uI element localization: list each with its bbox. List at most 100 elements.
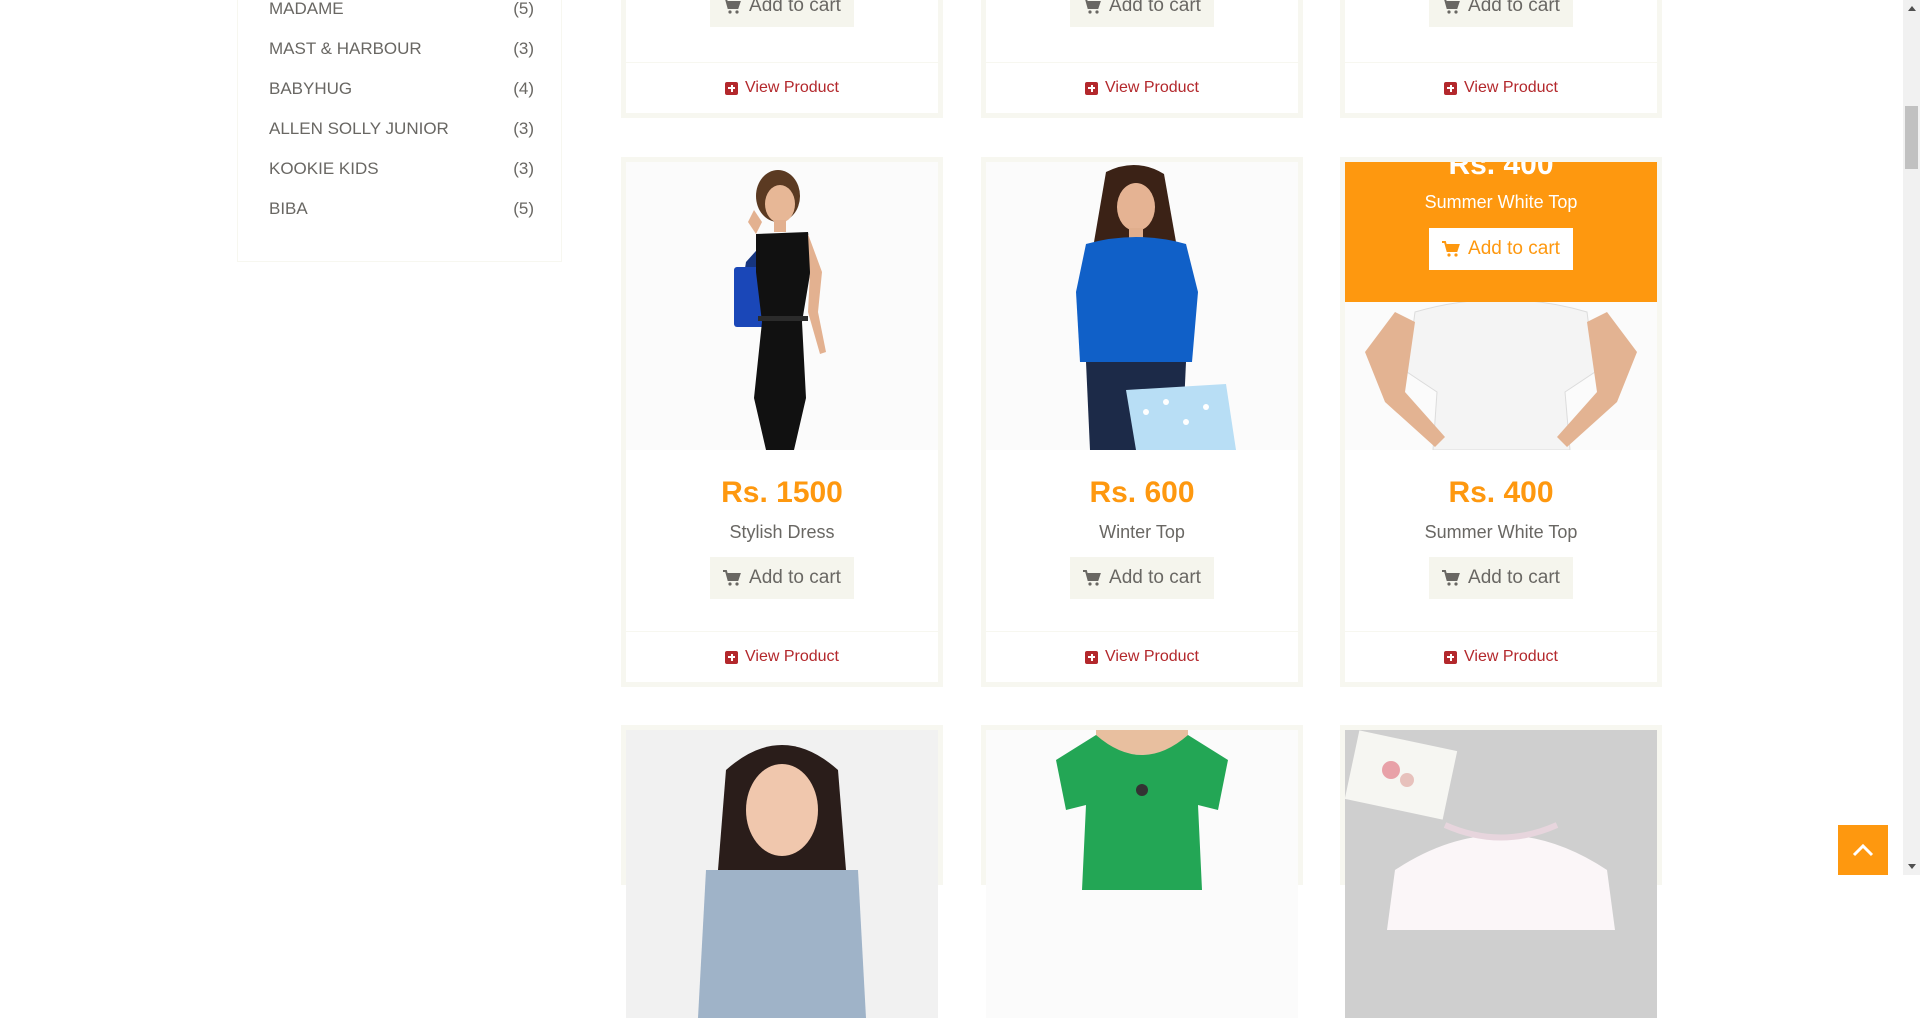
brand-count: (5)	[513, 199, 534, 218]
brand-count: (4)	[513, 79, 534, 98]
view-product-link[interactable]: View Product	[1444, 63, 1558, 113]
shopping-cart-icon	[1442, 241, 1460, 257]
vertical-scrollbar[interactable]	[1903, 0, 1920, 875]
view-product-label: View Product	[1105, 648, 1199, 665]
product-price: Rs. 1500	[721, 476, 843, 509]
product-hover-overlay: Rs. 400 Summer White Top Add to cart	[1345, 162, 1657, 302]
add-to-cart-button[interactable]: Add to cart	[1070, 0, 1214, 27]
plus-square-icon	[725, 650, 738, 664]
product-price: Rs. 600	[1089, 476, 1195, 509]
plus-square-icon	[1444, 81, 1457, 95]
product-card: Add to cart View Product	[1340, 0, 1662, 118]
product-card	[981, 725, 1303, 1018]
brands-panel: MADAME (5) MAST & HARBOUR (3) BABYHUG (4…	[237, 0, 562, 262]
add-to-cart-label: Add to cart	[749, 0, 841, 16]
view-product-label: View Product	[1464, 79, 1558, 96]
plus-square-icon	[725, 81, 738, 95]
brand-name[interactable]: MAST & HARBOUR	[269, 34, 422, 64]
shopping-cart-icon	[723, 0, 741, 14]
woman-blue-top-image	[986, 162, 1298, 450]
product-card: Add to cart View Product	[981, 0, 1303, 118]
plus-square-icon	[1444, 650, 1457, 664]
brand-item-allen-solly-junior[interactable]: ALLEN SOLLY JUNIOR (3)	[269, 114, 534, 144]
brand-count: (5)	[513, 0, 534, 18]
brand-count: (3)	[513, 159, 534, 178]
add-to-cart-label: Add to cart	[1468, 567, 1560, 588]
add-to-cart-label: Add to cart	[749, 567, 841, 588]
product-card-stylish-dress: Rs. 1500 Stylish Dress Add to cart View …	[621, 157, 943, 687]
shopping-cart-icon	[1442, 0, 1460, 14]
brand-item-babyhug[interactable]: BABYHUG (4)	[269, 74, 534, 104]
brand-item-mast-harbour[interactable]: MAST & HARBOUR (3)	[269, 34, 534, 64]
add-to-cart-label: Add to cart	[1468, 238, 1560, 259]
scrollbar-thumb[interactable]	[1905, 106, 1918, 169]
plus-square-icon	[1085, 81, 1098, 95]
arrow-down-icon	[1907, 864, 1916, 869]
card-footer: View Product	[1345, 631, 1657, 682]
product-card-summer-white-top: Rs. 400 Summer White Top Add to cart Rs.…	[1340, 157, 1662, 687]
card-footer: View Product	[986, 631, 1298, 682]
card-footer: View Product	[986, 62, 1298, 113]
brand-item-kookie-kids[interactable]: KOOKIE KIDS (3)	[269, 154, 534, 184]
scroll-up-arrow[interactable]	[1903, 0, 1920, 17]
scroll-to-top-button[interactable]	[1838, 825, 1888, 875]
add-to-cart-label: Add to cart	[1468, 0, 1560, 16]
brand-name[interactable]: BIBA	[269, 194, 308, 224]
view-product-label: View Product	[1105, 79, 1199, 96]
green-top-image	[986, 730, 1298, 1018]
add-to-cart-button[interactable]: Add to cart	[710, 0, 854, 27]
add-to-cart-button[interactable]: Add to cart	[1429, 557, 1573, 599]
woman-black-dress-image	[626, 162, 938, 450]
chevron-up-icon	[1852, 843, 1874, 857]
product-card	[621, 725, 943, 1018]
scroll-down-arrow[interactable]	[1903, 858, 1920, 875]
woman-portrait-image	[626, 730, 938, 1018]
view-product-link[interactable]: View Product	[1085, 632, 1199, 682]
product-card-winter-top: Rs. 600 Winter Top Add to cart View Prod…	[981, 157, 1303, 687]
baby-dress-image	[1345, 730, 1657, 1018]
arrow-up-icon	[1907, 6, 1916, 11]
product-price: Rs. 400	[1448, 476, 1554, 509]
shopping-cart-icon	[1442, 570, 1460, 586]
overlay-price: Rs. 400	[1448, 162, 1554, 181]
add-to-cart-label: Add to cart	[1109, 567, 1201, 588]
overlay-add-to-cart-button[interactable]: Add to cart	[1429, 228, 1573, 270]
brand-name[interactable]: ALLEN SOLLY JUNIOR	[269, 114, 449, 144]
overlay-product-name: Summer White Top	[1424, 192, 1578, 212]
product-name: Winter Top	[1099, 522, 1185, 542]
add-to-cart-button[interactable]: Add to cart	[1429, 0, 1573, 27]
brand-name[interactable]: MADAME	[269, 0, 344, 24]
plus-square-icon	[1085, 650, 1098, 664]
product-image	[986, 730, 1298, 1018]
view-product-link[interactable]: View Product	[1085, 63, 1199, 113]
brand-name[interactable]: KOOKIE KIDS	[269, 154, 379, 184]
view-product-label: View Product	[1464, 648, 1558, 665]
product-image	[986, 162, 1298, 450]
view-product-link[interactable]: View Product	[725, 632, 839, 682]
add-to-cart-button[interactable]: Add to cart	[1070, 557, 1214, 599]
brand-count: (3)	[513, 119, 534, 138]
brand-name[interactable]: BABYHUG	[269, 74, 352, 104]
card-footer: View Product	[1345, 62, 1657, 113]
view-product-label: View Product	[745, 79, 839, 96]
view-product-link[interactable]: View Product	[1444, 632, 1558, 682]
shopping-cart-icon	[723, 570, 741, 586]
card-footer: View Product	[626, 631, 938, 682]
product-image	[626, 162, 938, 450]
product-card	[1340, 725, 1662, 1018]
brand-item-madame[interactable]: MADAME (5)	[269, 0, 534, 24]
brand-count: (3)	[513, 39, 534, 58]
product-image	[1345, 730, 1657, 1018]
card-footer: View Product	[626, 62, 938, 113]
add-to-cart-label: Add to cart	[1109, 0, 1201, 16]
shopping-cart-icon	[1083, 0, 1101, 14]
view-product-label: View Product	[745, 648, 839, 665]
brand-item-biba[interactable]: BIBA (5)	[269, 194, 534, 224]
shopping-cart-icon	[1083, 570, 1101, 586]
view-product-link[interactable]: View Product	[725, 63, 839, 113]
product-name: Summer White Top	[1424, 522, 1578, 542]
product-card: Add to cart View Product	[621, 0, 943, 118]
product-name: Stylish Dress	[729, 522, 835, 542]
add-to-cart-button[interactable]: Add to cart	[710, 557, 854, 599]
product-image	[626, 730, 938, 1018]
